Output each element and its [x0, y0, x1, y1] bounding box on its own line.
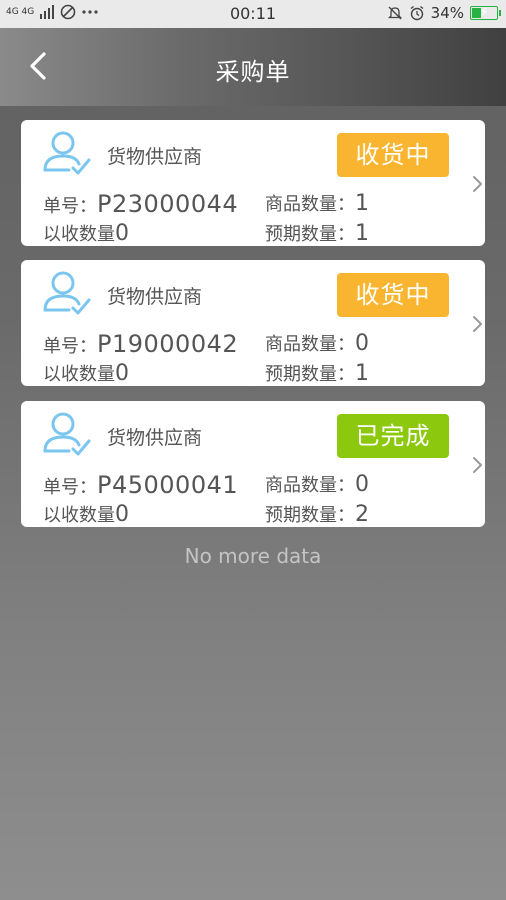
battery-percent: 34%	[430, 4, 464, 22]
order-card[interactable]: 货物供应商 已完成 单号：P45000041 商品数量：0 以收数量0 预期数量…	[21, 401, 485, 527]
order-number-label: 单号：	[43, 196, 97, 217]
expected-quantity-value: 1	[355, 361, 369, 386]
charging-icon: ⚡	[480, 5, 489, 19]
alarm-icon	[410, 5, 424, 21]
order-card[interactable]: 货物供应商 收货中 单号：P23000044 商品数量：1 以收数量0 预期数量…	[21, 120, 485, 246]
order-card[interactable]: 货物供应商 收货中 单号：P19000042 商品数量：0 以收数量0 预期数量…	[21, 260, 485, 386]
expected-quantity-value: 1	[355, 221, 369, 246]
received-quantity: 以收数量0	[43, 501, 129, 527]
supplier-user-icon	[43, 131, 91, 175]
order-number: 单号：P19000042	[43, 330, 238, 358]
supplier-user-icon	[43, 412, 91, 456]
goods-quantity: 商品数量：0	[265, 471, 369, 497]
expected-quantity: 预期数量：1	[265, 220, 369, 246]
chevron-right-icon	[473, 176, 482, 192]
status-badge: 已完成	[337, 414, 449, 458]
goods-quantity-value: 1	[355, 191, 369, 216]
expected-quantity: 预期数量：1	[265, 360, 369, 386]
received-quantity-label: 以收数量	[43, 224, 115, 245]
order-number-value: P23000044	[97, 190, 239, 218]
expected-quantity: 预期数量：2	[265, 501, 369, 527]
chevron-right-icon	[473, 457, 482, 473]
goods-quantity-label: 商品数量：	[265, 334, 355, 355]
order-number-label: 单号：	[43, 477, 97, 498]
supplier-name: 货物供应商	[107, 286, 203, 308]
order-number-label: 单号：	[43, 336, 97, 357]
no-more-data-text: No more data	[184, 544, 322, 568]
received-quantity-value: 0	[115, 221, 129, 246]
expected-quantity-label: 预期数量：	[265, 224, 355, 245]
order-number: 单号：P45000041	[43, 471, 238, 499]
goods-quantity-value: 0	[355, 331, 369, 356]
expected-quantity-value: 2	[355, 502, 369, 527]
battery-icon: ⚡	[470, 5, 501, 20]
goods-quantity-label: 商品数量：	[265, 475, 355, 496]
supplier-name: 货物供应商	[107, 427, 203, 449]
order-number: 单号：P23000044	[43, 190, 238, 218]
status-bar: 4G 4G 00:11 34% ⚡	[0, 0, 506, 28]
page-title: 采购单	[215, 58, 291, 86]
chevron-right-icon	[473, 316, 482, 332]
received-quantity: 以收数量0	[43, 360, 129, 386]
status-badge: 收货中	[337, 133, 449, 177]
order-number-value: P45000041	[97, 471, 239, 499]
goods-quantity-label: 商品数量：	[265, 194, 355, 215]
order-number-value: P19000042	[97, 330, 239, 358]
goods-quantity: 商品数量：1	[265, 190, 369, 216]
expected-quantity-label: 预期数量：	[265, 364, 355, 385]
expected-quantity-label: 预期数量：	[265, 505, 355, 526]
bell-muted-icon	[387, 6, 402, 20]
received-quantity-value: 0	[115, 361, 129, 386]
received-quantity-label: 以收数量	[43, 364, 115, 385]
supplier-name: 货物供应商	[107, 146, 203, 168]
goods-quantity: 商品数量：0	[265, 330, 369, 356]
supplier-user-icon	[43, 271, 91, 315]
received-quantity-label: 以收数量	[43, 505, 115, 526]
received-quantity: 以收数量0	[43, 220, 129, 246]
status-badge: 收货中	[337, 273, 449, 317]
status-right: 34% ⚡	[387, 4, 501, 22]
navigation-bar: 采购单	[0, 28, 506, 106]
goods-quantity-value: 0	[355, 472, 369, 497]
received-quantity-value: 0	[115, 502, 129, 527]
